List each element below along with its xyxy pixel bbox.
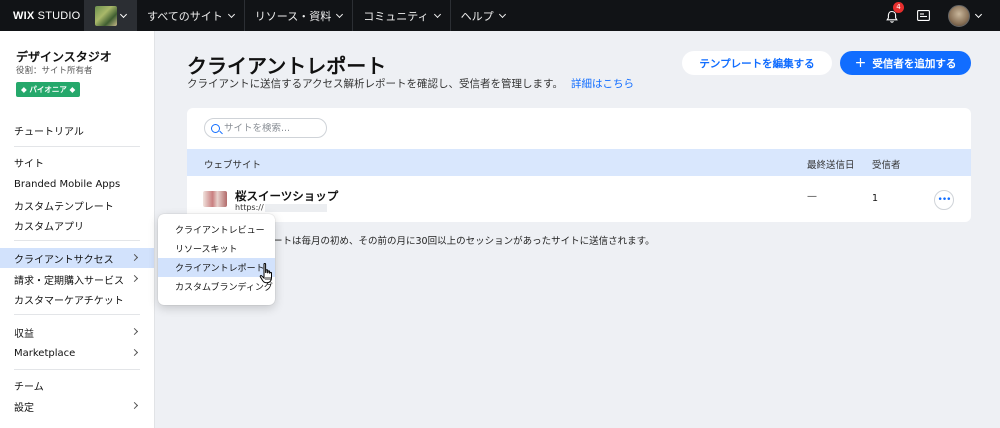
chevron-right-icon [130,253,139,262]
sidebar-divider [14,146,140,147]
sidebar-item-sites[interactable]: サイト [0,152,154,172]
site-thumbnail [95,5,117,26]
nav-resources[interactable]: リソース・資料 [243,0,352,31]
sidebar-item-settings[interactable]: 設定 [0,396,154,416]
site-search[interactable] [204,118,327,138]
studio-role: 役割：サイト所有者 [16,66,93,76]
chevron-right-icon [130,327,139,336]
url-redacted [265,204,327,212]
wix-studio-logo[interactable]: WIX STUDIO [0,10,84,22]
chevron-right-icon [130,401,139,410]
recipient-count: 1 [872,193,879,204]
chevron-right-icon [130,274,139,283]
sidebar-item-client-success[interactable]: クライアントサクセス [0,248,154,268]
account-menu[interactable] [948,4,983,27]
avatar [948,4,970,27]
page-title: クライアントレポート [187,54,387,78]
flyout-item-resource-kit[interactable]: リソースキット [158,239,275,258]
notifications-button[interactable]: 4 [885,1,904,23]
nav-all-sites[interactable]: すべてのサイト [137,0,244,31]
more-actions-icon[interactable]: ••• [934,190,954,210]
hand-cursor-icon [259,263,272,284]
table-row[interactable]: 桜スイーツショップ https:// — 1 ••• [187,176,971,222]
chevron-down-icon [974,10,983,18]
column-website: ウェブサイト [204,160,262,171]
sidebar-item-care-tickets[interactable]: カスタマーケアチケット [0,289,154,309]
table-header: ウェブサイト 最終送信日 受信者 [187,149,971,176]
chevron-down-icon [336,10,344,18]
column-recipients: 受信者 [872,160,901,171]
chevron-down-icon [227,10,235,18]
client-success-flyout: クライアントレビュー リソースキット クライアントレポート カスタムブランディン… [158,214,275,305]
site-thumbnail [203,191,227,207]
nav-help[interactable]: ヘルプ [449,0,515,31]
sidebar-divider [14,314,140,315]
plus-icon: + [854,54,867,71]
sidebar-item-revenue[interactable]: 収益 [0,322,154,342]
chevron-down-icon [433,10,441,18]
chevron-down-icon [498,10,506,18]
sidebar-divider [14,240,140,241]
last-sent-date: — [807,191,817,202]
column-last-sent: 最終送信日 [807,160,855,171]
report-schedule-note: ートは毎月の初め、その前の月に30回以上のセッションがあったサイトに送信されます… [273,236,655,247]
site-url: https:// [235,203,264,212]
pioneer-badge: ◆ パイオニア ◆ [16,82,81,97]
site-name: 桜スイーツショップ [235,189,339,203]
nav-community[interactable]: コミュニティ [352,0,449,31]
sidebar-item-billing[interactable]: 請求・定期購入サービス [0,269,154,289]
chevron-right-icon [130,348,139,357]
chevron-down-icon [119,10,128,18]
flyout-item-client-reviews[interactable]: クライアントレビュー [158,220,275,239]
top-bar: WIX STUDIO すべてのサイト リソース・資料 コミュニティ ヘルプ 4 [0,0,1000,31]
add-recipient-button[interactable]: + 受信者を追加する [840,51,971,75]
notification-count-badge: 4 [893,1,904,13]
top-nav: すべてのサイト リソース・資料 コミュニティ ヘルプ [137,0,515,31]
sites-table-card: ウェブサイト 最終送信日 受信者 桜スイーツショップ https:// — 1 … [187,108,971,222]
page-subtitle: クライアントに送信するアクセス解析レポートを確認し、受信者を管理します。 詳細はこ… [187,78,635,90]
details-link[interactable]: 詳細はこちら [571,78,634,90]
sidebar-item-custom-templates[interactable]: カスタムテンプレート [0,195,154,215]
search-input[interactable] [224,122,319,134]
studio-name: デザインスタジオ [16,50,112,64]
search-icon [211,123,220,133]
edit-template-button[interactable]: テンプレートを編集する [682,51,832,75]
sidebar-item-tutorial[interactable]: チュートリアル [0,120,154,140]
sidebar: デザインスタジオ 役割：サイト所有者 ◆ パイオニア ◆ チュートリアル サイト… [0,31,155,428]
sidebar-item-custom-apps[interactable]: カスタムアプリ [0,215,154,235]
sidebar-item-team[interactable]: チーム [0,375,154,395]
sidebar-item-marketplace[interactable]: Marketplace [0,343,154,363]
sidebar-item-branded-apps[interactable]: Branded Mobile Apps [0,174,154,194]
site-switcher[interactable] [84,0,137,31]
inbox-icon[interactable] [917,10,930,21]
sidebar-divider [14,369,140,370]
